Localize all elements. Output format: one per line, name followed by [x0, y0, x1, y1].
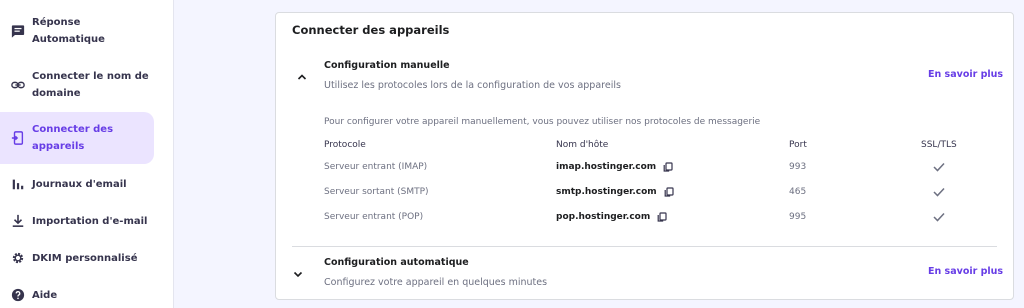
copy-icon[interactable]	[657, 212, 667, 222]
sidebar-item-label: Connecter des appareils	[32, 124, 114, 152]
manual-config-subtitle: Utilisez les protocoles lors de la confi…	[324, 80, 621, 91]
column-header-protocol: Protocole	[324, 140, 366, 150]
sidebar-item-connect-domain[interactable]: Connecter le nom de domaine	[0, 67, 154, 103]
page-title: Connecter des appareils	[292, 23, 450, 37]
section-divider	[292, 246, 997, 247]
hostname-cell: imap.hostinger.com	[556, 162, 673, 172]
sidebar: Réponse Automatique Connecter le nom de …	[0, 0, 174, 308]
check-icon	[933, 187, 945, 200]
protocol-cell: Serveur sortant (SMTP)	[324, 187, 429, 197]
chevron-up-icon	[297, 74, 307, 80]
table-row: Serveur entrant (IMAP) imap.hostinger.co…	[324, 162, 999, 180]
column-header-hostname: Nom d'hôte	[556, 140, 609, 150]
protocol-cell: Serveur entrant (POP)	[324, 212, 424, 222]
hostname-text: smtp.hostinger.com	[556, 187, 657, 197]
column-header-port: Port	[789, 140, 807, 150]
hostname-cell: pop.hostinger.com	[556, 212, 667, 222]
column-header-ssl: SSL/TLS	[921, 140, 957, 150]
device-connect-icon	[11, 131, 25, 145]
bar-chart-icon	[11, 177, 25, 191]
manual-config-title: Configuration manuelle	[324, 60, 450, 71]
port-cell: 465	[789, 187, 807, 197]
sidebar-item-help[interactable]: Aide	[0, 285, 154, 305]
check-icon	[933, 162, 945, 175]
sidebar-item-label: Aide	[32, 289, 58, 301]
copy-icon[interactable]	[664, 187, 674, 197]
sidebar-item-label: DKIM personnalisé	[32, 252, 138, 264]
table-row: Serveur entrant (POP) pop.hostinger.com …	[324, 212, 999, 230]
sidebar-item-auto-reply[interactable]: Réponse Automatique	[0, 13, 154, 49]
check-icon	[933, 212, 945, 225]
hostname-cell: smtp.hostinger.com	[556, 187, 674, 197]
download-icon	[11, 214, 25, 228]
connect-devices-card: Connecter des appareils Configuration ma…	[275, 12, 1014, 300]
sidebar-item-label: Connecter le nom de domaine	[32, 71, 149, 99]
hostname-text: imap.hostinger.com	[556, 162, 657, 172]
protocol-cell: Serveur entrant (IMAP)	[324, 162, 428, 172]
chevron-down-icon	[293, 271, 303, 278]
collapse-manual-toggle[interactable]	[295, 70, 309, 84]
sidebar-item-label: Journaux d'email	[32, 178, 127, 190]
hostname-text: pop.hostinger.com	[556, 212, 651, 222]
link-icon	[11, 78, 25, 92]
manual-learn-more-link[interactable]: En savoir plus	[928, 69, 1003, 80]
gear-icon	[11, 251, 25, 265]
port-cell: 993	[789, 162, 807, 172]
auto-learn-more-link[interactable]: En savoir plus	[928, 266, 1003, 277]
help-icon	[11, 288, 25, 302]
sidebar-item-email-import[interactable]: Importation d'e-mail	[0, 211, 154, 231]
sidebar-item-label: Réponse Automatique	[32, 17, 105, 45]
table-row: Serveur sortant (SMTP) smtp.hostinger.co…	[324, 187, 999, 205]
auto-config-title: Configuration automatique	[324, 257, 469, 268]
sidebar-item-email-logs[interactable]: Journaux d'email	[0, 174, 154, 194]
sidebar-item-dkim[interactable]: DKIM personnalisé	[0, 248, 154, 268]
sidebar-item-connect-devices[interactable]: Connecter des appareils	[0, 112, 154, 164]
auto-config-subtitle: Configurez votre appareil en quelques mi…	[324, 277, 548, 288]
port-cell: 995	[789, 212, 807, 222]
copy-icon[interactable]	[663, 162, 673, 172]
sidebar-item-label: Importation d'e-mail	[32, 215, 148, 227]
expand-auto-toggle[interactable]	[291, 267, 305, 281]
message-reply-icon	[11, 24, 25, 38]
manual-config-intro: Pour configurer votre appareil manuellem…	[324, 117, 761, 127]
